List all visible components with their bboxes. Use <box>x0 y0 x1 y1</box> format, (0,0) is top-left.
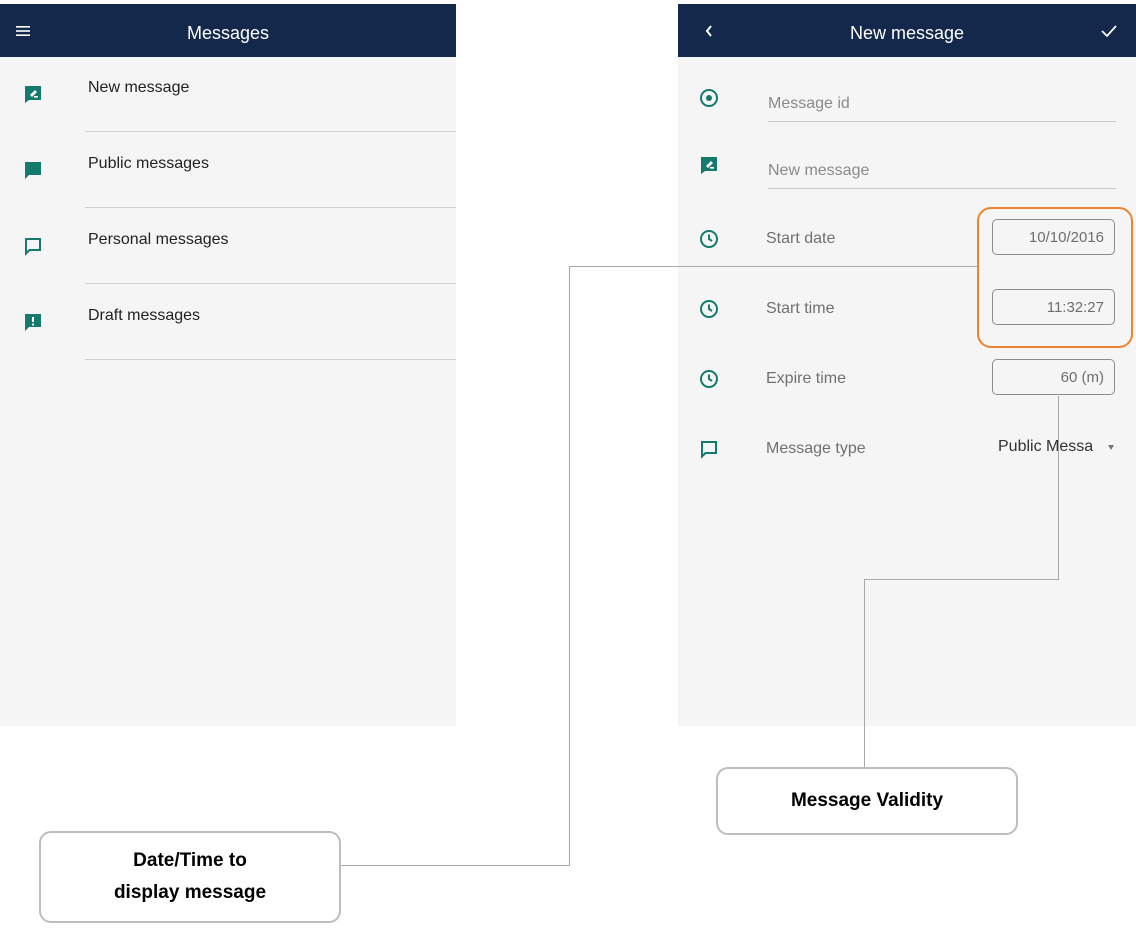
connector-line <box>341 865 570 866</box>
message-id-input[interactable] <box>768 87 1116 122</box>
connector-line <box>569 266 977 267</box>
callout-text-line2: display message <box>113 882 267 903</box>
compose-message-icon <box>22 83 44 105</box>
clock-icon <box>698 368 720 390</box>
clock-icon <box>698 298 720 320</box>
connector-line <box>1058 396 1059 580</box>
message-type-label: Message type <box>766 440 866 457</box>
date-time-highlight <box>977 207 1133 348</box>
menu-item-label: Public messages <box>88 155 209 172</box>
new-message-input[interactable] <box>768 154 1116 189</box>
menu-item-new-message[interactable]: New message <box>0 57 456 132</box>
compose-message-icon <box>698 154 720 176</box>
new-message-app-bar: New message <box>678 4 1136 57</box>
menu-item-personal-messages[interactable]: Personal messages <box>0 209 456 284</box>
new-message-row <box>678 154 1136 214</box>
connector-line <box>864 579 1059 580</box>
page-title: Messages <box>186 23 270 43</box>
menu-item-label: Draft messages <box>88 307 201 324</box>
chat-outline-icon <box>698 438 720 460</box>
connector-line <box>569 266 570 866</box>
expire-time-input[interactable] <box>992 359 1115 395</box>
divider <box>85 207 456 208</box>
message-type-row: Message type Public Messa <box>678 438 1136 498</box>
chat-filled-icon <box>22 159 44 181</box>
start-date-label: Start date <box>766 230 836 247</box>
divider <box>85 359 456 360</box>
expire-time-label: Expire time <box>766 370 847 387</box>
divider <box>85 131 456 132</box>
radio-target-icon <box>698 87 720 109</box>
dropdown-arrow-icon[interactable] <box>1108 445 1114 450</box>
messages-screen: Messages New message Public messages Per… <box>0 4 456 726</box>
date-time-callout: Date/Time to display message <box>39 831 341 923</box>
menu-item-label: New message <box>88 79 190 96</box>
callout-text-line1: Date/Time to <box>133 850 247 871</box>
divider <box>85 283 456 284</box>
message-id-row <box>678 87 1136 147</box>
checkmark-icon[interactable] <box>1086 4 1132 57</box>
messages-app-bar: Messages <box>0 4 456 57</box>
menu-item-draft-messages[interactable]: Draft messages <box>0 285 456 360</box>
menu-item-label: Personal messages <box>88 231 229 248</box>
start-time-label: Start time <box>766 300 835 317</box>
new-message-screen: New message Start date Start time <box>678 4 1136 726</box>
page-title: New message <box>849 23 965 43</box>
message-type-select[interactable]: Public Messa <box>998 438 1116 456</box>
clock-icon <box>698 228 720 250</box>
callout-text: Message Validity <box>790 790 944 811</box>
chat-alert-icon <box>22 311 44 333</box>
chat-outline-icon <box>22 235 44 257</box>
message-validity-callout: Message Validity <box>716 767 1018 835</box>
expire-time-row: Expire time <box>678 359 1136 428</box>
connector-line <box>864 579 865 767</box>
menu-item-public-messages[interactable]: Public messages <box>0 133 456 208</box>
